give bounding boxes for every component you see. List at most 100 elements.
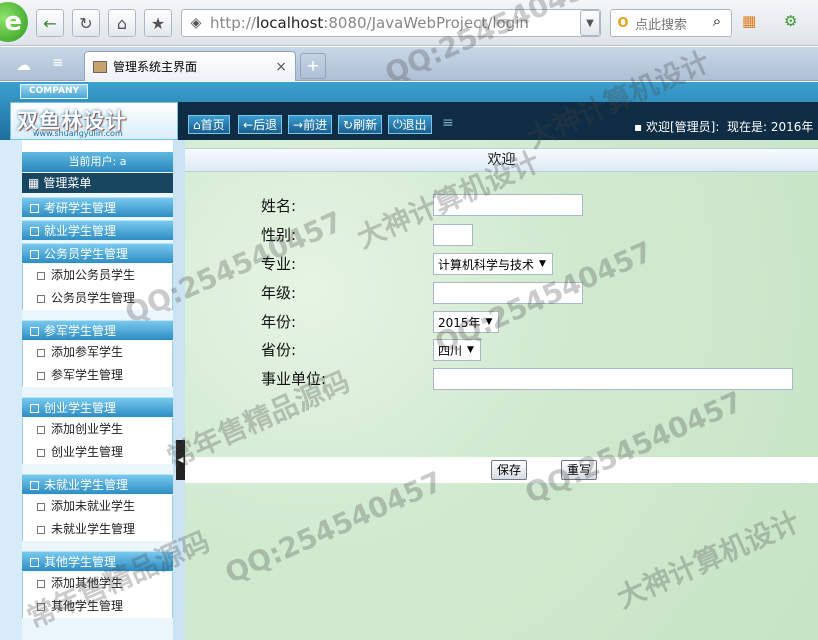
- name-input[interactable]: [433, 194, 583, 216]
- sidebar-item-label: 参军学生管理: [51, 368, 124, 382]
- shield-icon: ◈: [190, 15, 202, 31]
- employer-input[interactable]: [433, 368, 793, 390]
- tab-main[interactable]: 管理系统主界面 ×: [84, 51, 296, 81]
- button-row: 保存 重写: [185, 457, 818, 483]
- main-content: 欢迎 姓名: 性别: 专业: 计算机科学与技术 ▼ 年级: 年份: 2015年 ▼ …: [185, 140, 818, 640]
- new-tab-button[interactable]: +: [300, 53, 326, 79]
- home-icon[interactable]: ⌂: [108, 9, 136, 37]
- category-qita[interactable]: 其他学生管理: [22, 551, 173, 571]
- sidebar-item-label: 创业学生管理: [51, 445, 124, 459]
- nav-refresh-button[interactable]: ↻ 刷新: [338, 115, 383, 134]
- page-icon: [93, 60, 107, 73]
- sidebar-item-add-chuangye[interactable]: 添加创业学生: [22, 418, 173, 441]
- page-title: 欢迎: [185, 148, 818, 172]
- menu-title: ▦ 管理菜单: [22, 173, 173, 193]
- nav-logout-button[interactable]: ⏻ 退出: [388, 115, 432, 134]
- sidebar-item-label: 添加参军学生: [51, 345, 124, 359]
- item-icon: [37, 603, 45, 611]
- grid-icon: ▦: [28, 176, 40, 190]
- back-arrow-icon[interactable]: ←: [36, 9, 64, 37]
- sidebar-item-label: 添加公务员学生: [51, 268, 136, 282]
- sidebar-item-label: 添加其他学生: [51, 576, 124, 590]
- category-gongwuyuan[interactable]: 公务员学生管理: [22, 243, 173, 263]
- category-weijiuye[interactable]: 未就业学生管理: [22, 474, 173, 494]
- star-icon[interactable]: ★: [144, 9, 172, 37]
- sidebar-item-add-gongwuyuan[interactable]: 添加公务员学生: [22, 264, 173, 287]
- sidebar-item-add-weijiuye[interactable]: 添加未就业学生: [22, 495, 173, 518]
- cloud-icon[interactable]: ☁: [16, 56, 31, 74]
- extension-icon[interactable]: ⚙: [784, 12, 806, 34]
- dropdown-icon[interactable]: ▼: [580, 10, 600, 36]
- label-grade: 年级:: [261, 284, 297, 302]
- sidebar-item-manage-canjun[interactable]: 参军学生管理: [22, 364, 173, 387]
- nav-refresh-label: 刷新: [353, 118, 378, 132]
- nav-back-button[interactable]: ← 后退: [238, 115, 283, 134]
- item-icon: [37, 349, 45, 357]
- category-canjun[interactable]: 参军学生管理: [22, 320, 173, 340]
- category-label: 其他学生管理: [44, 555, 117, 569]
- province-select[interactable]: 四川 ▼: [433, 339, 481, 361]
- sidebar: 当前用户: a ▦ 管理菜单 考研学生管理 就业学生管理 公务员学生管理 添加公务…: [22, 152, 173, 640]
- refresh-icon: ↻: [343, 117, 354, 132]
- sidebar-item-manage-weijiuye[interactable]: 未就业学生管理: [22, 518, 173, 541]
- nav-logout-label: 退出: [402, 118, 427, 132]
- nav-home-button[interactable]: ⌂ 首页: [188, 115, 230, 134]
- category-label: 公务员学生管理: [44, 247, 129, 261]
- apps-icon[interactable]: ▦: [742, 12, 764, 34]
- url-host: localhost: [255, 14, 324, 32]
- nav-home-label: 首页: [200, 118, 225, 132]
- category-label: 考研学生管理: [44, 201, 117, 215]
- company-label: COMPANY: [20, 84, 88, 99]
- tab-title: 管理系统主界面: [113, 60, 198, 74]
- address-bar[interactable]: ◈ http://localhost:8080/JavaWebProject/l…: [181, 9, 601, 37]
- url-rest: :8080/JavaWebProject/login: [323, 14, 529, 32]
- gender-input[interactable]: [433, 224, 473, 246]
- tab-strip: ☁ ≡ 管理系统主界面 × +: [0, 47, 818, 81]
- sidebar-item-add-qita[interactable]: 添加其他学生: [22, 572, 173, 595]
- nav-forward-button[interactable]: → 前进: [288, 115, 333, 134]
- chevron-down-icon: ▼: [485, 317, 493, 327]
- reset-button[interactable]: 重写: [561, 460, 597, 480]
- home-icon: ⌂: [193, 117, 201, 132]
- category-jiuye[interactable]: 就业学生管理: [22, 220, 173, 240]
- major-select[interactable]: 计算机科学与技术 ▼: [433, 253, 553, 275]
- welcome-admin: 欢迎[管理员]:: [645, 120, 720, 134]
- current-time: 现在是: 2016年: [727, 120, 814, 134]
- item-icon: [37, 372, 45, 380]
- category-icon: [30, 327, 39, 336]
- web-app: COMPANY 双鱼林设计 www.shuangyulin.com ⌂ 首页 ← 后…: [0, 82, 818, 640]
- sidebar-collapse-bar: ◀: [173, 140, 185, 640]
- category-icon: [30, 250, 39, 259]
- url-scheme: http://: [210, 14, 256, 32]
- sidebar-item-label: 添加未就业学生: [51, 499, 136, 513]
- refresh-icon[interactable]: ↻: [72, 9, 100, 37]
- collapse-arrow-icon[interactable]: ◀: [176, 440, 185, 480]
- item-icon: [37, 580, 45, 588]
- major-value: 计算机科学与技术: [438, 257, 535, 272]
- sidebar-item-manage-gongwuyuan[interactable]: 公务员学生管理: [22, 287, 173, 310]
- item-icon: [37, 426, 45, 434]
- category-kaoyan[interactable]: 考研学生管理: [22, 197, 173, 217]
- category-icon: [30, 481, 39, 490]
- grade-input[interactable]: [433, 282, 583, 304]
- label-name: 姓名:: [261, 197, 297, 215]
- category-label: 未就业学生管理: [44, 478, 129, 492]
- app-header: COMPANY 双鱼林设计 www.shuangyulin.com ⌂ 首页 ← 后…: [0, 82, 818, 140]
- category-chuangye[interactable]: 创业学生管理: [22, 397, 173, 417]
- tab-list-icon[interactable]: ≡: [52, 55, 64, 71]
- label-employer: 事业单位:: [261, 370, 327, 388]
- nav-back-label: 后退: [253, 118, 278, 132]
- sidebar-item-manage-chuangye[interactable]: 创业学生管理: [22, 441, 173, 464]
- province-value: 四川: [438, 343, 463, 358]
- close-icon[interactable]: ×: [275, 59, 287, 75]
- sidebar-item-add-canjun[interactable]: 添加参军学生: [22, 341, 173, 364]
- item-icon: [37, 449, 45, 457]
- sidebar-item-label: 未就业学生管理: [51, 522, 136, 536]
- browser-logo-icon: e: [0, 2, 28, 42]
- category-icon: [30, 558, 39, 567]
- sidebar-item-manage-qita[interactable]: 其他学生管理: [22, 595, 173, 618]
- save-button[interactable]: 保存: [491, 460, 527, 480]
- side-strip: [0, 140, 22, 640]
- search-icon[interactable]: ⌕: [706, 12, 728, 34]
- year-select[interactable]: 2015年 ▼: [433, 311, 500, 333]
